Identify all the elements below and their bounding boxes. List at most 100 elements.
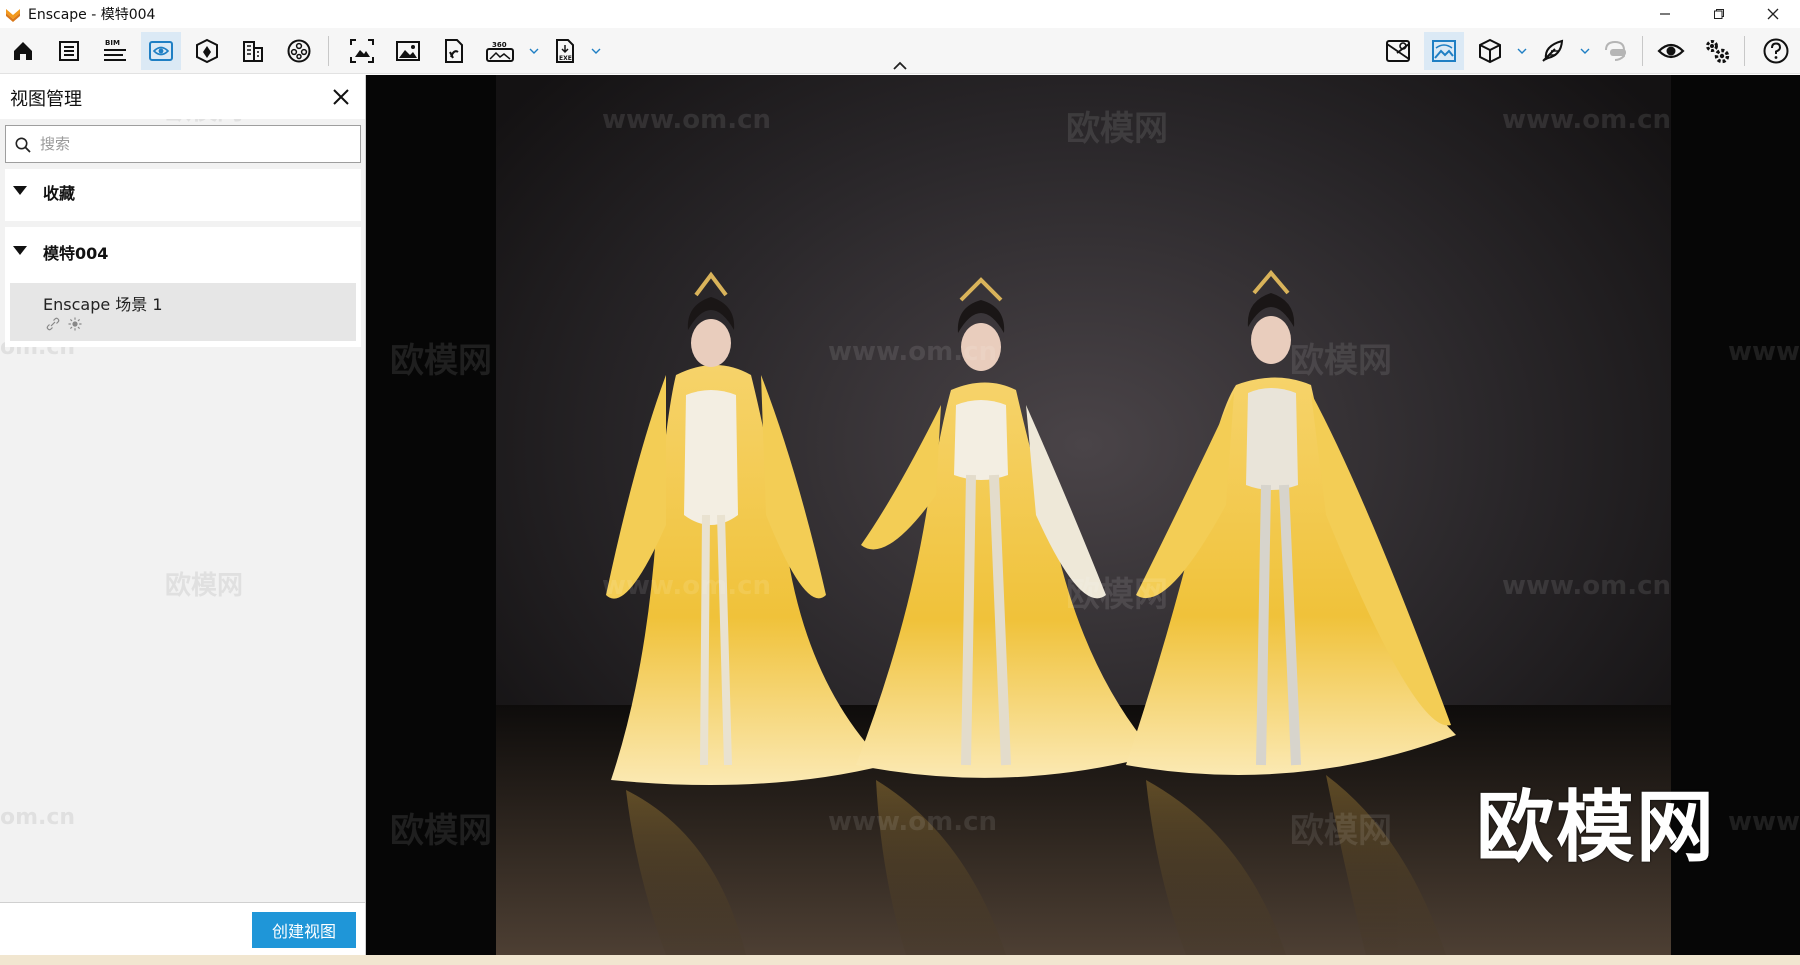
gear-icon <box>1706 40 1730 64</box>
home-button[interactable] <box>3 32 43 70</box>
enscape-logo-icon <box>6 9 20 22</box>
asset-library-icon <box>196 38 218 64</box>
watermark-text: 欧模网 <box>1290 341 1392 381</box>
svg-text:EXE: EXE <box>559 55 572 62</box>
panel-header: 视图管理 <box>0 75 365 119</box>
svg-text:360: 360 <box>492 41 507 49</box>
close-window-button[interactable] <box>1746 0 1800 28</box>
cube-view-button[interactable] <box>1470 32 1510 70</box>
search-input[interactable] <box>40 131 350 157</box>
bottom-strip <box>0 955 1800 965</box>
panorama-dropdown-caret[interactable] <box>527 42 541 60</box>
minimize-icon <box>1660 13 1670 15</box>
panel-title: 视图管理 <box>10 89 82 110</box>
watermark-text: www.om.cn <box>602 105 772 135</box>
cube-dropdown-caret[interactable] <box>1515 42 1529 60</box>
export-dropdown-caret[interactable] <box>589 42 603 60</box>
feather-dropdown-caret[interactable] <box>1578 42 1592 60</box>
search-box <box>5 125 361 163</box>
watermark-text: 欧模网 <box>1066 575 1168 615</box>
panel-footer: 创建视图 <box>0 902 365 955</box>
close-icon <box>1767 8 1779 20</box>
watermark-text: www.om.cn <box>828 337 998 367</box>
watermark-text: www.om.cn <box>1502 105 1672 135</box>
landscape-image-icon <box>1432 40 1456 62</box>
map-icon <box>1386 40 1410 62</box>
model-group: 模特004 Enscape 场景 1 <box>5 227 361 347</box>
brand-watermark: 欧模网 <box>1476 783 1717 873</box>
visual-settings-button[interactable] <box>1424 32 1464 70</box>
minimize-button[interactable] <box>1638 0 1692 28</box>
sun-icon <box>68 317 82 331</box>
group-label: 收藏 <box>43 184 76 203</box>
render-viewport[interactable]: www.om.cn 欧模网 www.om.cn 欧模网 www.om.cn 欧模… <box>366 75 1800 955</box>
restore-icon <box>1714 9 1724 19</box>
watermark-text: 欧模网 <box>1066 109 1168 149</box>
chevron-down-icon <box>1580 48 1590 54</box>
live-view-button[interactable] <box>1651 32 1691 70</box>
project-info-button[interactable] <box>49 32 89 70</box>
create-view-button[interactable]: 创建视图 <box>252 912 356 948</box>
exe-file-icon: EXE <box>556 39 574 63</box>
watermark-text: 欧模网 <box>165 571 244 601</box>
chevron-up-icon <box>893 61 907 70</box>
watermark-text: 欧模网 <box>390 811 492 851</box>
view-eye-icon <box>149 41 173 61</box>
document-list-icon <box>59 41 79 61</box>
export-exe-button[interactable]: EXE <box>545 32 585 70</box>
help-question-icon <box>1763 38 1789 64</box>
film-reel-icon <box>287 39 311 63</box>
cube-icon <box>1479 38 1501 64</box>
chevron-down-icon <box>1517 48 1527 54</box>
close-icon <box>333 89 349 105</box>
title-bar: Enscape - 模特004 <box>0 0 1800 28</box>
chevron-down-icon <box>529 48 539 54</box>
video-editor-button[interactable] <box>279 32 319 70</box>
group-label: 模特004 <box>43 244 109 263</box>
vr-headset-icon <box>1605 40 1626 61</box>
watermark-text: www.om.cn <box>602 571 772 601</box>
vr-headset-button[interactable] <box>1595 32 1635 70</box>
map-view-button[interactable] <box>1378 32 1418 70</box>
views-button[interactable] <box>141 32 181 70</box>
batch-render-button[interactable] <box>388 32 428 70</box>
settings-button[interactable] <box>1697 32 1737 70</box>
view-name: Enscape 场景 1 <box>43 295 163 314</box>
restore-button[interactable] <box>1692 0 1746 28</box>
file-export-icon <box>445 39 463 63</box>
caret-down-icon <box>13 246 27 255</box>
building-icon <box>243 41 263 62</box>
caret-down-icon <box>13 186 27 195</box>
bim-button[interactable]: BIM <box>95 32 135 70</box>
panorama-360-icon: 360 <box>486 41 514 62</box>
help-button[interactable] <box>1756 32 1796 70</box>
feather-button[interactable] <box>1533 32 1573 70</box>
home-icon <box>14 42 32 60</box>
watermark-text: www.om.cn <box>1502 571 1672 601</box>
screenshot-icon <box>350 39 374 63</box>
search-icon <box>15 137 31 153</box>
image-gallery-icon <box>396 41 420 61</box>
collapse-toolbar-toggle[interactable] <box>890 57 910 73</box>
watermark-text: www. <box>1728 807 1800 837</box>
material-editor-button[interactable] <box>233 32 273 70</box>
feather-icon <box>1542 39 1564 62</box>
watermark-text: 欧模网 <box>1290 811 1392 851</box>
views-panel: 欧模网 om.cn 欧模网 om.cn 视图管理 收藏 模特004 Enscap… <box>0 75 366 955</box>
export-panorama-button[interactable] <box>434 32 474 70</box>
window-title: Enscape - 模特004 <box>28 7 156 23</box>
svg-text:BIM: BIM <box>105 39 120 47</box>
favorites-group-header[interactable]: 收藏 <box>5 169 361 213</box>
assets-button[interactable] <box>187 32 227 70</box>
watermark-text: www.om.cn <box>828 807 998 837</box>
view-list-item[interactable]: Enscape 场景 1 <box>10 283 356 341</box>
panorama-360-button[interactable]: 360 <box>480 32 520 70</box>
eye-icon <box>1657 43 1685 59</box>
close-panel-button[interactable] <box>329 85 353 109</box>
watermark-text: 欧模网 <box>390 341 492 381</box>
model-group-header[interactable]: 模特004 <box>5 229 361 273</box>
watermark-text: om.cn <box>0 805 76 830</box>
bim-icon: BIM <box>104 39 126 61</box>
chevron-down-icon <box>591 48 601 54</box>
screenshot-button[interactable] <box>342 32 382 70</box>
